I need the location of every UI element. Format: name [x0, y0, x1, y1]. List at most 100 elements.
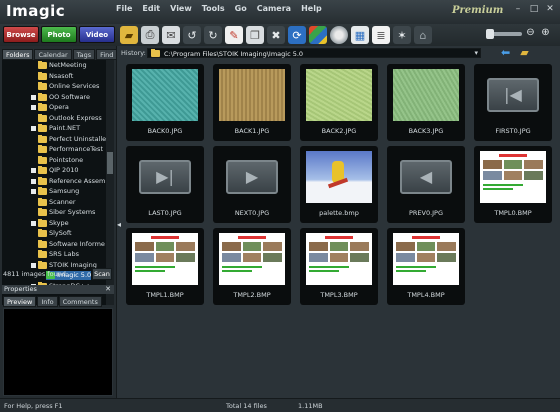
thumbnail[interactable]: |◀ FIRST0.JPG: [474, 64, 552, 141]
folder-tree[interactable]: NetMeeting Nsasoft Online Services OO Softw…: [2, 60, 106, 305]
thumbnail-image: [132, 233, 198, 285]
delete-icon[interactable]: ✖: [267, 26, 285, 44]
tree-item[interactable]: NetMeeting: [38, 61, 87, 70]
thumbnail[interactable]: BACK2.JPG: [300, 64, 378, 141]
menu-go[interactable]: Go: [235, 4, 247, 13]
browse-mode-button[interactable]: Browse: [3, 26, 39, 43]
thumbnail[interactable]: ◀ PREV0.JPG: [387, 146, 465, 223]
edit-icon[interactable]: ✎: [225, 26, 243, 44]
minimize-icon[interactable]: –: [512, 4, 524, 15]
tab-find[interactable]: Find: [96, 49, 118, 60]
thumbnail[interactable]: BACK3.JPG: [387, 64, 465, 141]
thumbnail[interactable]: palette.bmp: [300, 146, 378, 223]
thumbnail[interactable]: TMPL0.BMP: [474, 146, 552, 223]
notes-icon[interactable]: ≣: [372, 26, 390, 44]
open-folder-icon[interactable]: ▰: [120, 26, 138, 44]
thumbnail[interactable]: ▶ NEXT0.JPG: [213, 146, 291, 223]
tab-folders[interactable]: Folders: [2, 49, 34, 60]
thumbnail[interactable]: TMPL2.BMP: [213, 228, 291, 305]
toolbar: Browse Photo Video ▰ ⎙ ✉ ↺ ↻ ✎ ❐ ✖ ⟳ ▦ ≣…: [0, 24, 560, 46]
photo-mode-button[interactable]: Photo: [41, 26, 77, 43]
expand-box-icon[interactable]: [31, 126, 36, 131]
properties-tabs: Preview Info Comments: [3, 296, 102, 307]
thumbnail[interactable]: BACK0.JPG: [126, 64, 204, 141]
tree-item[interactable]: Samsung: [31, 187, 79, 196]
expand-box-icon[interactable]: [31, 168, 36, 173]
tree-item[interactable]: STOIK Imaging: [31, 260, 97, 270]
thumbnail-image: [219, 233, 285, 285]
tab-preview[interactable]: Preview: [3, 296, 37, 307]
scan-button[interactable]: Scan: [92, 268, 112, 280]
tab-calendar[interactable]: Calendar: [34, 49, 72, 60]
zoom-slider[interactable]: [486, 29, 522, 39]
tab-tags[interactable]: Tags: [72, 49, 96, 60]
menu-help[interactable]: Help: [301, 4, 322, 13]
rotate-right-icon[interactable]: ↻: [204, 26, 222, 44]
expand-box-icon[interactable]: [31, 189, 36, 194]
menu-edit[interactable]: Edit: [142, 4, 160, 13]
tree-scroll-thumb[interactable]: [107, 152, 113, 174]
menu-view[interactable]: View: [170, 4, 192, 13]
back-arrow-icon[interactable]: ⬅: [501, 46, 510, 59]
close-properties-icon[interactable]: ✕: [105, 285, 111, 294]
expand-box-icon[interactable]: [31, 178, 36, 184]
expand-box-icon[interactable]: [31, 105, 36, 110]
tree-item[interactable]: Online Services: [38, 82, 99, 91]
expand-box-icon[interactable]: [31, 94, 36, 100]
zoom-out-icon[interactable]: ⊖: [524, 27, 537, 42]
magic-wand-icon[interactable]: ✶: [393, 26, 411, 44]
slideshow-icon[interactable]: ▦: [351, 26, 369, 44]
thumbnail[interactable]: BACK1.JPG: [213, 64, 291, 141]
tree-item[interactable]: Software Informe: [38, 239, 105, 249]
tree-item[interactable]: SlySoft: [38, 229, 72, 238]
zoom-slider-handle[interactable]: [486, 29, 494, 39]
tree-item[interactable]: Skype: [31, 218, 69, 228]
gallery-scrollbar[interactable]: [552, 62, 560, 398]
menu-tools[interactable]: Tools: [202, 4, 225, 13]
copy-icon[interactable]: ❐: [246, 26, 264, 44]
windows-icon[interactable]: [309, 26, 327, 44]
tree-item[interactable]: Paint.NET: [31, 124, 80, 133]
email-icon[interactable]: ✉: [162, 26, 180, 44]
thumbnail-gallery: BACK0.JPG BACK1.JPG BACK2.JPG BACK3.JPG |◀ FI…: [122, 62, 560, 398]
tree-item[interactable]: PerformanceTest: [38, 145, 103, 154]
tree-item[interactable]: Opera: [31, 103, 69, 112]
rotate-left-icon[interactable]: ↺: [183, 26, 201, 44]
tree-item-label: Siber Systems: [49, 208, 96, 216]
close-icon[interactable]: ✕: [544, 4, 556, 15]
tree-item[interactable]: Outlook Express: [38, 113, 102, 123]
history-path-field[interactable]: C:\Program Files\STOIK Imaging\Imagic 5.…: [147, 48, 481, 58]
expand-box-icon[interactable]: [31, 220, 36, 226]
thumbnail[interactable]: TMPL3.BMP: [300, 228, 378, 305]
tab-info[interactable]: Info: [37, 296, 58, 307]
tab-comments[interactable]: Comments: [58, 296, 102, 307]
properties-title: Properties: [4, 285, 37, 293]
cart-icon[interactable]: ⌂: [414, 26, 432, 44]
tree-item[interactable]: SRS Labs: [38, 250, 79, 259]
tree-item[interactable]: Siber Systems: [38, 208, 95, 217]
refresh-icon[interactable]: ⟳: [288, 26, 306, 44]
maximize-icon[interactable]: □: [528, 4, 540, 15]
thumbnail[interactable]: ▶| LAST0.JPG: [126, 146, 204, 223]
thumbnail-filename: TMPL0.BMP: [494, 209, 532, 217]
zoom-in-icon[interactable]: ⊕: [539, 27, 552, 42]
menu-camera[interactable]: Camera: [257, 4, 291, 13]
tree-item[interactable]: OO Software: [31, 92, 90, 102]
status-total: Total 14 files: [226, 402, 267, 410]
tree-item[interactable]: QIP 2010: [31, 166, 79, 175]
tree-item[interactable]: Perfect Uninstalle: [38, 134, 106, 144]
thumbnail[interactable]: TMPL4.BMP: [387, 228, 465, 305]
tree-item[interactable]: Nsasoft: [38, 71, 73, 81]
menu-file[interactable]: File: [116, 4, 132, 13]
tree-item[interactable]: Scanner: [38, 197, 76, 207]
chevron-down-icon[interactable]: ▾: [474, 49, 478, 57]
open-folder-nav-icon[interactable]: ▰: [520, 46, 528, 59]
video-mode-button[interactable]: Video: [79, 26, 115, 43]
thumbnail[interactable]: TMPL1.BMP: [126, 228, 204, 305]
title-bar: Imagic File Edit View Tools Go Camera He…: [0, 0, 560, 24]
tree-item[interactable]: Reference Assem: [31, 176, 105, 186]
disc-icon[interactable]: [330, 26, 348, 44]
expand-box-icon[interactable]: [31, 262, 36, 268]
print-icon[interactable]: ⎙: [141, 26, 159, 44]
tree-item[interactable]: Pointstone: [38, 155, 83, 165]
